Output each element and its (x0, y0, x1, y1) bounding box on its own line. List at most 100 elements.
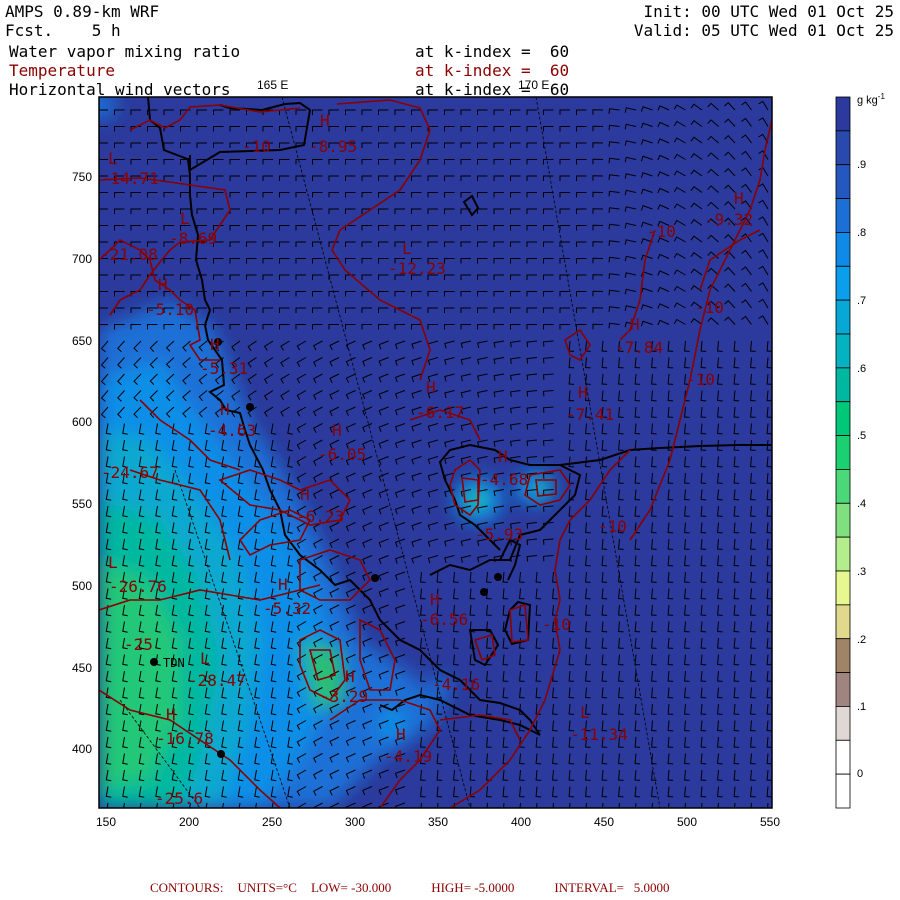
contour-label: -25.6 (155, 789, 203, 808)
colorbar-units-exponent: -1 (877, 92, 885, 101)
colorbar-swatch (835, 570, 851, 606)
y-tick-label: 750 (71, 170, 92, 184)
contour-label: -5.32 (263, 599, 311, 618)
contour-label: -8.69 (169, 229, 217, 248)
contour-label: -4.63 (208, 421, 256, 440)
colorbar-swatch (835, 198, 851, 233)
map-plot: TDN -10 -8.95 -14.71 -8.69 -12.23 -21.08… (98, 96, 851, 809)
colorbar-swatch (835, 130, 851, 166)
high-marker: H (332, 421, 342, 440)
colorbar-swatch (835, 638, 851, 673)
init-time: Init: 00 UTC Wed 01 Oct 25 (643, 2, 894, 21)
contour-label: -10 (647, 222, 676, 241)
colorbar-swatch (835, 706, 851, 741)
contour-label: -12.23 (388, 259, 446, 278)
x-tick-label: 300 (344, 815, 366, 829)
contour-label: -10 (542, 615, 571, 634)
colorbar (835, 96, 851, 809)
contour-low: LOW= -30.000 (310, 880, 392, 895)
x-tick-label: 250 (261, 815, 283, 829)
high-marker: H (158, 275, 168, 294)
contour-label: -26.76 (109, 577, 167, 596)
high-marker: H (220, 400, 230, 419)
y-tick-label: 700 (71, 252, 92, 266)
field-1-name: Water vapor mixing ratio (9, 42, 241, 61)
contour-label: -25 (124, 635, 153, 654)
x-tick-label: 500 (676, 815, 698, 829)
high-marker: H (426, 378, 436, 397)
lon-label-170e: 170 E (518, 78, 550, 92)
contour-label: -10 (598, 517, 627, 536)
colorbar-label: 0 (857, 768, 864, 780)
contour-label: -4.16 (432, 675, 480, 694)
contour-interval: INTERVAL= 5.0000 (554, 880, 670, 895)
contour-high: HIGH= -5.0000 (431, 880, 515, 895)
contour-label: -4.19 (384, 747, 432, 766)
contour-label: -6.56 (420, 610, 468, 629)
contour-units: UNITS=°C (237, 880, 297, 895)
high-marker: H (345, 667, 355, 686)
contour-label: -6.23 (296, 507, 344, 526)
contour-label: -7.41 (566, 405, 614, 424)
colorbar-swatch (835, 265, 851, 301)
colorbar-swatch (835, 232, 851, 267)
colorbar-swatch (835, 604, 851, 640)
colorbar-swatch (835, 536, 851, 572)
colorbar-swatch (835, 299, 851, 335)
contour-label: -21.08 (100, 245, 158, 264)
field-1-level: at k-index = 60 (415, 42, 570, 61)
high-marker: H (734, 189, 744, 208)
colorbar-swatch (835, 401, 851, 436)
colorbar-swatch (835, 367, 851, 403)
low-marker: L (580, 703, 590, 722)
x-tick-label: 550 (759, 815, 781, 829)
contour-label: -5.10 (146, 300, 194, 319)
colorbar-label: .2 (857, 634, 867, 646)
low-marker: L (180, 209, 190, 228)
colorbar-label: .4 (857, 498, 867, 510)
high-marker: H (166, 705, 176, 724)
colorbar-label: .7 (857, 295, 867, 307)
colorbar-label: .1 (857, 701, 867, 713)
x-tick-label: 200 (178, 815, 200, 829)
contour-label: -28.47 (188, 671, 246, 690)
contour-label: -6.17 (416, 403, 464, 422)
field-2-name: Temperature (9, 61, 115, 80)
y-tick-label: 400 (71, 742, 92, 756)
x-tick-label: 150 (95, 815, 117, 829)
valid-time: Valid: 05 UTC Wed 01 Oct 25 (633, 21, 894, 40)
low-marker: L (108, 149, 118, 168)
contour-label: -14.71 (101, 169, 159, 188)
colorbar-swatch (835, 773, 851, 809)
contour-label: -3.29 (320, 687, 368, 706)
lon-label-165e: 165 E (257, 78, 289, 92)
contour-label: -5.93 (475, 525, 523, 544)
forecast-hour: Fcst. 5 h (5, 21, 121, 40)
colorbar-label: .6 (857, 363, 867, 375)
contour-label: -11.34 (570, 725, 628, 744)
low-marker: L (402, 239, 412, 258)
contour-info: CONTOURS: UNITS=°C LOW= -30.000 HIGH= -5.00… (150, 880, 683, 896)
y-tick-label: 500 (71, 579, 92, 593)
high-marker: H (278, 575, 288, 594)
y-tick-label: 600 (71, 415, 92, 429)
colorbar-units: g kg-1 (857, 92, 885, 107)
colorbar-swatch (835, 333, 851, 369)
colorbar-label: .9 (857, 159, 867, 171)
high-marker: H (430, 590, 440, 609)
contour-label: -8.95 (309, 137, 357, 156)
contour-label: -24.67 (101, 463, 159, 482)
high-marker: H (498, 447, 508, 466)
high-marker: H (578, 383, 588, 402)
contour-label: -10 (242, 137, 271, 156)
colorbar-swatch (835, 469, 851, 504)
x-tick-label: 400 (510, 815, 532, 829)
y-tick-label: 450 (71, 661, 92, 675)
colorbar-label: .5 (857, 430, 867, 442)
high-marker: H (320, 111, 330, 130)
contour-label: -10 (695, 298, 724, 317)
contours-label: CONTOURS: (150, 880, 224, 895)
colorbar-label: .3 (857, 566, 867, 578)
high-marker: H (630, 315, 640, 334)
x-tick-label: 350 (427, 815, 449, 829)
